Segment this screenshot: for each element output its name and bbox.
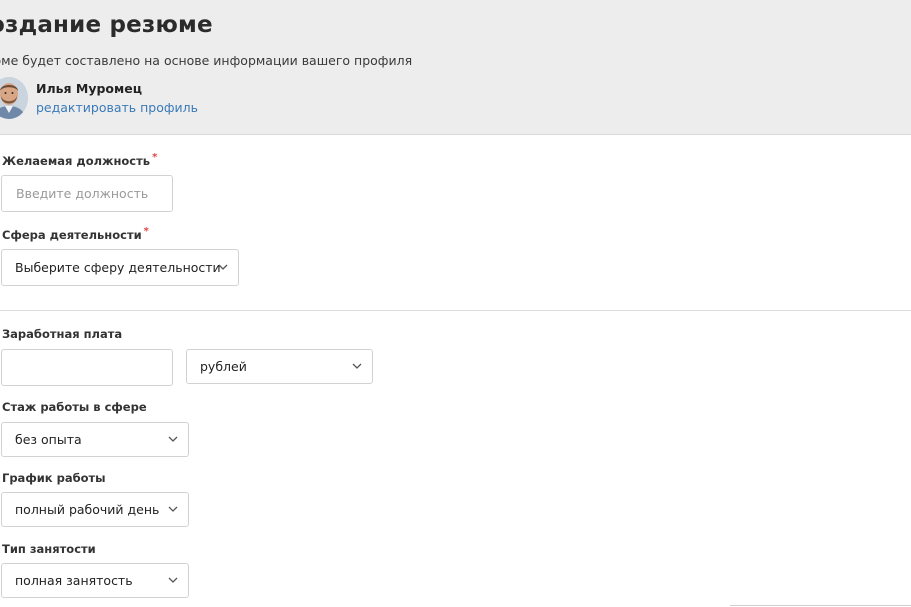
employment-select-value: полная занятость [15, 573, 133, 588]
position-label-text: Желаемая должность [2, 154, 151, 168]
schedule-select[interactable]: полный рабочий день [1, 492, 189, 527]
experience-select-value: без опыта [15, 432, 82, 447]
position-input[interactable]: Введите должность [1, 175, 173, 212]
avatar [0, 77, 28, 119]
experience-label: Стаж работы в сфере [2, 400, 147, 414]
avatar-photo-icon [0, 77, 28, 119]
required-mark: * [143, 226, 149, 237]
employment-label: Тип занятости [2, 542, 96, 556]
chevron-down-icon [218, 264, 228, 270]
profile-header: оздание резюме зюме будет составлено на … [0, 0, 911, 135]
schedule-select-value: полный рабочий день [15, 502, 160, 517]
chevron-down-icon [168, 506, 178, 512]
sphere-label-text: Сфера деятельности [2, 228, 142, 242]
user-name: Илья Муромец [36, 81, 142, 96]
chevron-down-icon [168, 577, 178, 583]
chevron-down-icon [168, 436, 178, 442]
sphere-select[interactable]: Выберите сферу деятельности [1, 249, 239, 286]
experience-select[interactable]: без опыта [1, 422, 189, 457]
position-label: Желаемая должность * [2, 152, 158, 168]
section-divider [0, 310, 911, 311]
currency-select[interactable]: рублей [186, 349, 373, 384]
sphere-label: Сфера деятельности * [2, 226, 149, 242]
page-title: оздание резюме [0, 12, 213, 38]
sphere-select-value: Выберите сферу деятельности [15, 260, 221, 275]
bottom-divider [730, 605, 911, 606]
currency-select-value: рублей [200, 359, 247, 374]
edit-profile-link[interactable]: редактировать профиль [36, 100, 198, 115]
page-subtitle: зюме будет составлено на основе информац… [0, 53, 413, 68]
employment-select[interactable]: полная занятость [1, 563, 189, 598]
position-placeholder: Введите должность [16, 186, 149, 201]
salary-input[interactable] [1, 349, 173, 386]
salary-label: Заработная плата [2, 327, 123, 341]
schedule-label: График работы [2, 471, 106, 485]
chevron-down-icon [352, 363, 362, 369]
required-mark: * [152, 152, 158, 163]
